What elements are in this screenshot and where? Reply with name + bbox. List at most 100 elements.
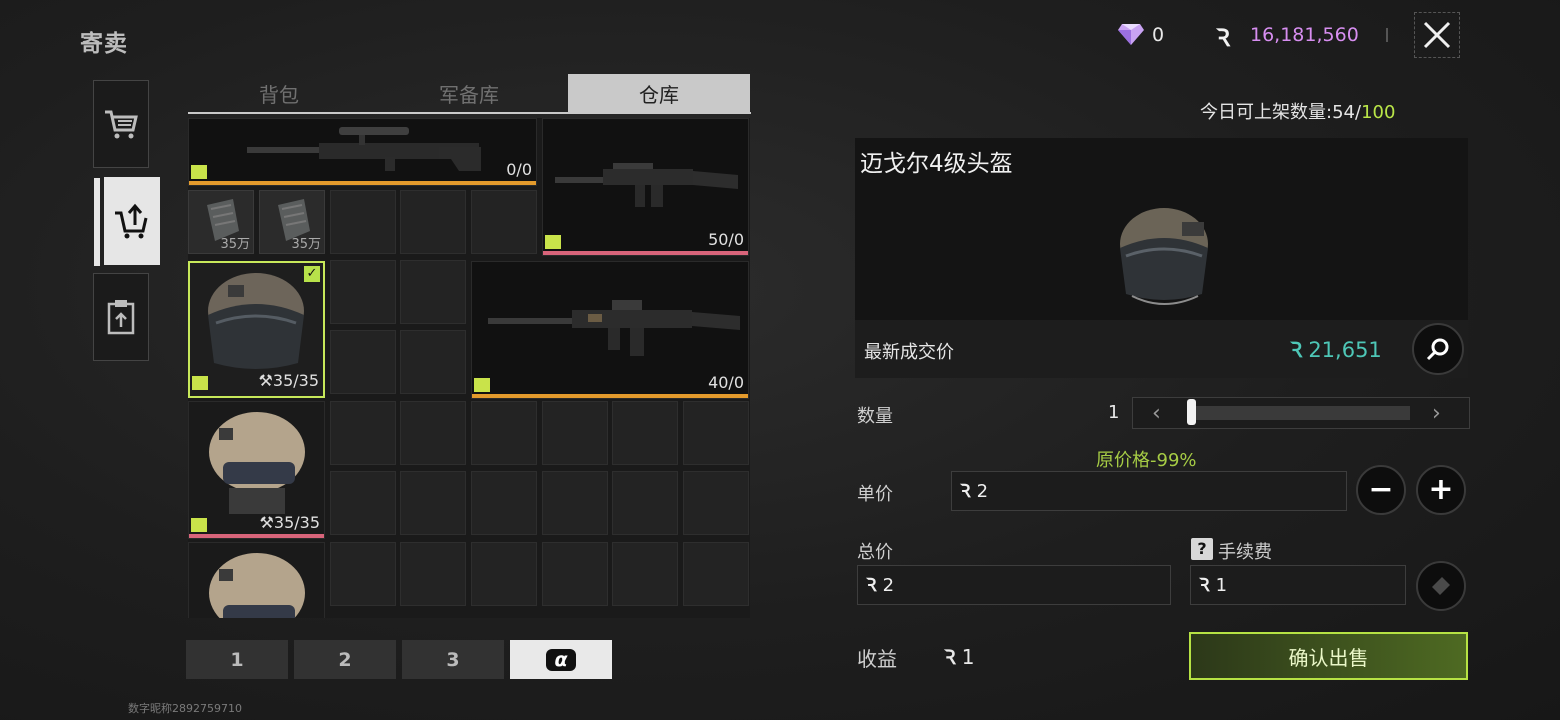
page-1-button[interactable]: 1: [186, 640, 288, 679]
clipboard-icon: [107, 300, 135, 335]
item-price: 35万: [220, 237, 250, 252]
empty-slot[interactable]: [400, 471, 466, 535]
slider-track[interactable]: [1190, 406, 1410, 420]
currency-icon: Ꝛ: [944, 645, 956, 669]
limit-label: 今日可上架数量:: [1200, 102, 1333, 123]
price-search-button[interactable]: [1412, 323, 1464, 375]
total-field: Ꝛ2: [857, 565, 1171, 605]
page-alpha-button[interactable]: α: [510, 640, 612, 679]
header-divider: [1386, 28, 1388, 42]
weapon-type-icon: [474, 378, 490, 392]
tab-backpack[interactable]: 背包: [188, 74, 370, 112]
inventory-item-sniper-rifle[interactable]: 0/0: [188, 118, 537, 186]
empty-slot[interactable]: [612, 471, 678, 535]
empty-slot[interactable]: [330, 542, 396, 606]
cart-icon: [105, 110, 138, 139]
inventory-grid[interactable]: 0/0 35万 35万 50/0 ✓ ⚒35/35 40/0 ⚒35/35: [188, 118, 750, 618]
currency-icon: Ꝛ: [1290, 338, 1303, 362]
quantity-value: 1: [1108, 402, 1120, 423]
last-price-value: Ꝛ 21,651: [1290, 338, 1382, 362]
increase-price-button[interactable]: +: [1416, 465, 1466, 515]
empty-slot[interactable]: [330, 471, 396, 535]
chevron-right-icon[interactable]: ›: [1432, 401, 1441, 426]
empty-slot[interactable]: [330, 330, 396, 394]
inventory-item-small[interactable]: 35万: [188, 190, 254, 254]
item-count: 40/0: [708, 373, 744, 392]
slider-handle[interactable]: [1187, 399, 1196, 425]
empty-slot[interactable]: [683, 542, 749, 606]
inventory-item-assault-rifle-2[interactable]: 40/0: [471, 261, 749, 399]
profit-value: Ꝛ1: [944, 645, 975, 669]
rarity-bar: [543, 251, 748, 255]
empty-slot[interactable]: [330, 260, 396, 324]
empty-slot[interactable]: [400, 542, 466, 606]
empty-slot[interactable]: [330, 190, 396, 254]
rarity-bar: [189, 534, 324, 538]
currency-icon: Ꝛ: [960, 481, 971, 502]
inventory-item-helmet-selected[interactable]: ✓ ⚒35/35: [188, 261, 325, 398]
empty-slot[interactable]: [542, 471, 608, 535]
inventory-item-assault-rifle-1[interactable]: 50/0: [542, 118, 749, 256]
tab-underline: [188, 112, 751, 114]
item-count: 0/0: [506, 160, 532, 179]
helmet-icon: [209, 553, 305, 618]
empty-slot[interactable]: [471, 542, 537, 606]
coupon-button[interactable]: [1416, 561, 1466, 611]
side-tab-listings[interactable]: [93, 273, 149, 361]
profit-label: 收益: [857, 647, 897, 671]
chevron-left-icon[interactable]: ‹: [1152, 401, 1161, 426]
empty-slot[interactable]: [471, 471, 537, 535]
empty-slot[interactable]: [471, 190, 537, 254]
unit-price-input[interactable]: Ꝛ2: [951, 471, 1347, 511]
empty-slot[interactable]: [471, 401, 537, 465]
close-button[interactable]: [1414, 12, 1460, 58]
player-id: 数字昵称2892759710: [128, 702, 242, 715]
sniper-rifle-icon: [247, 127, 481, 171]
fee-field: Ꝛ1: [1190, 565, 1406, 605]
fee-label: 手续费: [1218, 542, 1272, 563]
empty-slot[interactable]: [400, 190, 466, 254]
rarity-bar: [189, 181, 536, 185]
daily-listing-limit: 今日可上架数量:54/100: [1200, 98, 1395, 124]
inventory-item-helmet-2[interactable]: ⚒35/35: [188, 401, 325, 539]
inventory-item-helmet-3[interactable]: [188, 542, 325, 618]
tab-armory[interactable]: 军备库: [378, 74, 560, 112]
item-durability: ⚒35/35: [259, 513, 320, 532]
empty-slot[interactable]: [683, 401, 749, 465]
empty-slot[interactable]: [330, 401, 396, 465]
page-3-button[interactable]: 3: [402, 640, 504, 679]
tab-warehouse[interactable]: 仓库: [568, 74, 750, 112]
empty-slot[interactable]: [612, 401, 678, 465]
total-label: 总价: [857, 542, 893, 563]
selected-check-icon: ✓: [304, 266, 320, 282]
confirm-sell-button[interactable]: 确认出售: [1189, 632, 1468, 680]
page-alpha-label: α: [546, 648, 576, 671]
empty-slot[interactable]: [542, 401, 608, 465]
currency-icon: Ꝛ: [1199, 575, 1210, 596]
fee-help-icon[interactable]: ?: [1191, 538, 1213, 560]
diamond-icon: [1118, 24, 1144, 45]
weapon-type-icon: [545, 235, 561, 249]
empty-slot[interactable]: [400, 401, 466, 465]
limit-max: 100: [1361, 102, 1396, 123]
close-icon: [1423, 21, 1451, 49]
item-name: 迈戈尔4级头盔: [860, 151, 1013, 177]
empty-slot[interactable]: [542, 542, 608, 606]
search-icon: [1426, 338, 1449, 361]
inventory-item-small[interactable]: 35万: [259, 190, 325, 254]
empty-slot[interactable]: [400, 260, 466, 324]
page-2-button[interactable]: 2: [294, 640, 396, 679]
currency-icon: Ꝛ: [1216, 24, 1231, 52]
armor-type-icon: [191, 518, 207, 532]
rarity-bar: [472, 394, 748, 398]
empty-slot[interactable]: [683, 471, 749, 535]
empty-slot[interactable]: [612, 542, 678, 606]
item-durability: ⚒35/35: [258, 371, 319, 390]
empty-slot[interactable]: [400, 330, 466, 394]
side-tab-sell[interactable]: [94, 177, 160, 266]
decrease-price-button[interactable]: −: [1356, 465, 1406, 515]
last-price-label: 最新成交价: [864, 342, 954, 363]
cart-upload-icon: [115, 203, 148, 239]
weapon-type-icon: [191, 165, 207, 179]
side-tab-buy[interactable]: [93, 80, 149, 168]
